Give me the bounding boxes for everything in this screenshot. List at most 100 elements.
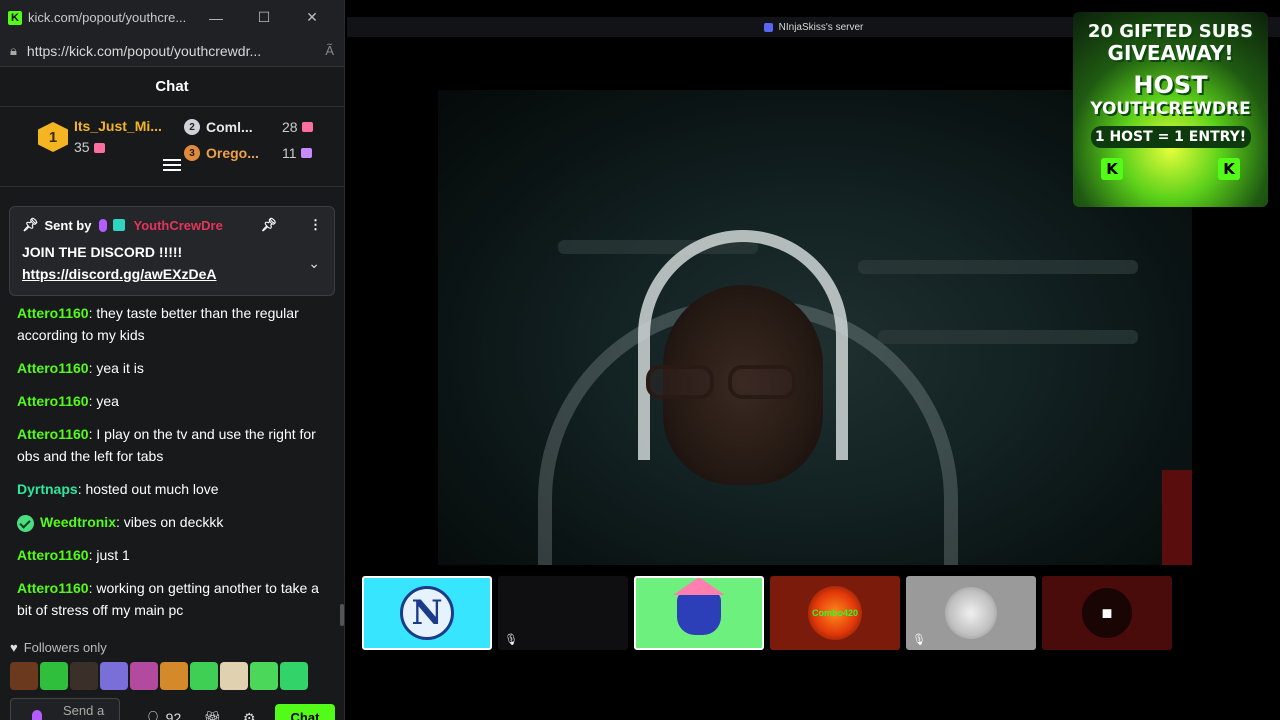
send-chat-button[interactable]: Chat [275, 704, 335, 720]
camera-icon: ■ [1082, 588, 1132, 638]
emote-item[interactable] [280, 662, 308, 690]
emote-item[interactable] [10, 662, 38, 690]
emote-item[interactable] [40, 662, 68, 690]
emote-bar [10, 662, 308, 690]
chat-username[interactable]: Attero1160 [17, 547, 89, 563]
participant-tile[interactable]: 🎙︎ [906, 576, 1036, 650]
window-title: kick.com/popout/youthcre... [28, 10, 187, 25]
participant-tile[interactable] [634, 576, 764, 650]
participant-tile[interactable]: 🎙︎ [498, 576, 628, 650]
screen: K kick.com/popout/youthcre... — ☐ ✕ 🔒︎ h… [0, 0, 1280, 720]
count-text: 35 [74, 139, 90, 155]
emote-item[interactable] [250, 662, 278, 690]
chat-header: Chat [0, 67, 344, 107]
leaderboard-third-count: 11 [282, 145, 297, 161]
discord-link[interactable]: https://discord.gg/awEXzDeA [22, 263, 322, 285]
gift-icon [93, 143, 105, 154]
user-avatar [945, 587, 997, 639]
leaderboard-second-count: 28 [282, 119, 298, 135]
participant-tile[interactable]: N [362, 576, 492, 650]
close-button[interactable]: ✕ [288, 9, 336, 26]
promo-line3: HOST [1133, 71, 1208, 99]
discord-icon [763, 22, 773, 32]
gift-icon [300, 148, 312, 158]
chat-text: vibes on deckkk [119, 514, 224, 530]
promo-line2: GIVEAWAY! [1107, 41, 1234, 65]
read-mode-icon[interactable]: A᷉ [325, 43, 334, 58]
kick-logo-icon: K [1218, 158, 1240, 180]
unpin-icon[interactable]: 📌︎ [260, 217, 277, 233]
chat-message: Attero1160: I play on the tv and use the… [17, 426, 316, 464]
promo-line4: YOUTHCREWDRE [1090, 99, 1251, 119]
server-name: NInjaSkiss's server [778, 21, 864, 33]
leaderboard-first-name: Its_Just_Mi... [74, 118, 162, 134]
mic-icon[interactable] [32, 710, 42, 720]
heart-icon: ♥ [10, 640, 18, 655]
emote-item[interactable] [220, 662, 248, 690]
pinned-text: JOIN THE DISCORD !!!!! [22, 244, 183, 260]
shelf-shape [858, 260, 1138, 274]
pinned-username[interactable]: YouthCrewDre [133, 218, 222, 233]
leaderboard-third-name: Orego... [206, 145, 259, 161]
emote-item[interactable] [160, 662, 188, 690]
chat-message: Attero1160: they taste better than the r… [17, 305, 299, 343]
chevron-down-icon[interactable]: ⌄ [308, 255, 320, 272]
collapse-leaderboard-icon[interactable] [163, 159, 181, 173]
leaderboard-second-name: Coml... [206, 119, 253, 135]
chat-username[interactable]: Weedtronix [40, 514, 116, 530]
emote-item[interactable] [190, 662, 218, 690]
maximize-button[interactable]: ☐ [240, 9, 288, 26]
pinned-message: 📌︎ Sent by YouthCrewDre 📌︎ ⋮ JOIN THE DI… [9, 206, 335, 296]
house-avatar [673, 578, 725, 635]
followers-only-label: Followers only [23, 640, 107, 655]
settings-icon[interactable]: ⚙ [243, 710, 256, 720]
followers-only-notice: ♥ Followers only [10, 640, 107, 655]
lock-icon: 🔒︎ [10, 42, 17, 58]
chat-username[interactable]: Attero1160 [17, 426, 89, 442]
chat-scrollbar[interactable] [340, 604, 344, 626]
rank-1-badge: 1 [38, 122, 68, 152]
window-titlebar: K kick.com/popout/youthcre... — ☐ ✕ [0, 0, 344, 35]
leaderboard-third[interactable]: 3 Orego... 11 [184, 145, 312, 161]
glasses-shape [646, 365, 806, 401]
emote-item[interactable] [130, 662, 158, 690]
chat-username[interactable]: Dyrtnaps [17, 481, 78, 497]
chat-text: hosted out much love [81, 481, 219, 497]
participant-tile[interactable]: ■ [1042, 576, 1172, 650]
mute-icon: 🎙︎ [504, 634, 518, 646]
kick-logo-icon: K [1101, 158, 1123, 180]
chat-input[interactable]: Send a [10, 698, 120, 720]
address-bar[interactable]: 🔒︎ https://kick.com/popout/youthcrewdr..… [0, 35, 344, 67]
promo-line1: 20 GIFTED SUBS [1087, 21, 1254, 42]
user-count[interactable]: 👤︎ 92 [144, 710, 181, 720]
pin-icon: 📌︎ [22, 217, 39, 232]
minimize-button[interactable]: — [192, 10, 240, 26]
emote-item[interactable] [100, 662, 128, 690]
gift-icon[interactable]: 🎁︎ [203, 710, 221, 720]
fire-avatar: Combo420 [808, 586, 862, 640]
chat-text: yea [92, 393, 119, 409]
giveaway-promo: 20 GIFTED SUBS GIVEAWAY! HOST YOUTHCREWD… [1073, 12, 1268, 207]
verified-badge-icon [17, 514, 34, 532]
chat-message: Weedtronix: vibes on deckkk [17, 511, 328, 533]
mic-icon [99, 218, 108, 232]
leaderboard-second[interactable]: 2 Coml... 28 [184, 119, 313, 135]
n-logo-avatar: N [400, 586, 454, 640]
chat-messages: Attero1160: they taste better than the r… [0, 302, 344, 632]
chat-username[interactable]: Attero1160 [17, 305, 89, 321]
gift-leaderboard: 1 Its_Just_Mi... 35 2 Coml... 28 3 Orego… [0, 107, 344, 187]
chat-username[interactable]: Attero1160 [17, 360, 89, 376]
participant-tile[interactable]: Combo420 [770, 576, 900, 650]
emote-item[interactable] [70, 662, 98, 690]
leaderboard-first[interactable]: 1 Its_Just_Mi... 35 [38, 117, 162, 155]
chat-username[interactable]: Attero1160 [17, 393, 89, 409]
kick-logo-icon: K [8, 10, 22, 25]
more-icon[interactable]: ⋮ [309, 217, 322, 233]
chat-text: yea it is [92, 360, 144, 376]
promo-line5: 1 HOST = 1 ENTRY! [1090, 126, 1251, 148]
url-text[interactable]: https://kick.com/popout/youthcrewdr... [27, 43, 319, 59]
chat-username[interactable]: Attero1160 [17, 580, 89, 596]
shelf-shape [878, 330, 1138, 344]
chat-input-bar: Send a 👤︎ 92 🎁︎ ⚙ Chat [10, 698, 335, 720]
rank-2-badge: 2 [184, 119, 200, 135]
